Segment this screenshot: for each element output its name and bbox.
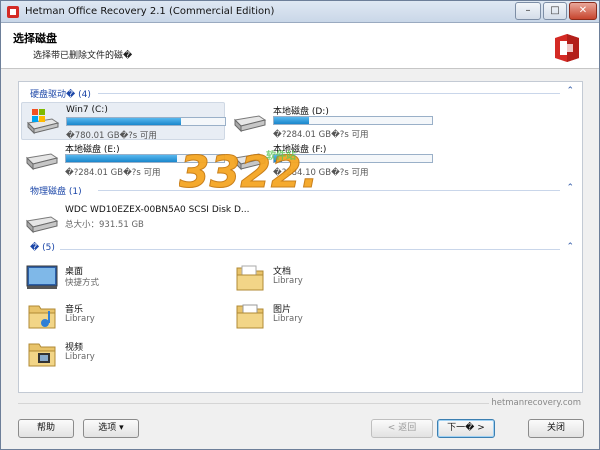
hard-drive-icon bbox=[233, 115, 267, 133]
wizard-header: 选择磁盘 选择带已删除文件的磁� bbox=[1, 23, 599, 69]
watermark-logo: 3322.cc bbox=[179, 147, 319, 199]
group-hard-drives[interactable]: 硬盘驱动� (4) ⌃ bbox=[28, 86, 574, 100]
group-divider bbox=[98, 190, 560, 191]
collapse-chevron-icon[interactable]: ⌃ bbox=[566, 242, 574, 252]
folder-type: Library bbox=[273, 276, 303, 286]
usage-fill bbox=[66, 155, 177, 162]
page-subtitle: 选择带已删除文件的磁� bbox=[33, 51, 133, 61]
usage-bar bbox=[273, 116, 433, 125]
disk-name: WDC WD10EZEX-00BN5A0 SCSI Disk D... bbox=[65, 205, 250, 215]
app-window: Hetman Office Recovery 2.1 (Commercial E… bbox=[0, 0, 600, 450]
physical-disk-item[interactable]: WDC WD10EZEX-00BN5A0 SCSI Disk D... 总大小：… bbox=[21, 203, 281, 241]
folder-type: Library bbox=[65, 352, 95, 362]
options-button[interactable]: 选项 ▾ bbox=[83, 419, 139, 438]
folder-type: 快捷方式 bbox=[65, 278, 100, 288]
drive-name: Win7 (C:) bbox=[66, 105, 108, 115]
folder-item-music[interactable]: 音乐 Library bbox=[21, 298, 221, 336]
free-space: �?284.01 GB�?s 可用 bbox=[65, 168, 161, 178]
usage-fill bbox=[274, 117, 309, 124]
pictures-folder-icon bbox=[236, 304, 264, 329]
folder-item-documents[interactable]: 文档 Library bbox=[229, 260, 429, 298]
folder-item-desktop[interactable]: 桌面 快捷方式 bbox=[21, 260, 221, 298]
group-label: � (5) bbox=[30, 243, 55, 253]
group-divider bbox=[60, 249, 560, 250]
close-window-button[interactable]: ✕ bbox=[569, 2, 597, 20]
videos-folder-icon bbox=[28, 343, 56, 367]
disk-size: 总大小：931.51 GB bbox=[65, 220, 144, 230]
drive-item-c[interactable]: Win7 (C:) �780.01 GB�?s 可用 bbox=[21, 102, 226, 141]
music-folder-icon bbox=[28, 305, 56, 329]
desktop-icon bbox=[26, 265, 58, 289]
usage-fill bbox=[67, 118, 181, 125]
watermark-text: 3322.cc bbox=[179, 147, 319, 198]
group-divider bbox=[98, 93, 560, 94]
watermark-subtext: 软件站 bbox=[266, 151, 296, 162]
windows-drive-icon bbox=[26, 109, 60, 135]
group-other[interactable]: � (5) ⌃ bbox=[28, 242, 574, 256]
hard-drive-icon bbox=[25, 153, 59, 171]
folder-type: Library bbox=[65, 314, 95, 324]
documents-folder-icon bbox=[236, 265, 264, 291]
disk-list-panel[interactable]: 硬盘驱动� (4) ⌃ Win7 (C:) �780.01 GB�?s 可用 本 bbox=[18, 81, 583, 393]
collapse-chevron-icon[interactable]: ⌃ bbox=[566, 86, 574, 96]
hetman-logo-icon bbox=[555, 34, 579, 62]
page-title: 选择磁盘 bbox=[13, 32, 57, 45]
group-label: 硬盘驱动� (4) bbox=[30, 90, 91, 100]
minimize-button[interactable]: – bbox=[515, 2, 541, 20]
title-bar[interactable]: Hetman Office Recovery 2.1 (Commercial E… bbox=[1, 1, 599, 23]
help-button[interactable]: 帮助 bbox=[18, 419, 74, 438]
window-title: Hetman Office Recovery 2.1 (Commercial E… bbox=[25, 6, 275, 17]
folder-type: Library bbox=[273, 314, 303, 324]
back-button[interactable]: < 返回 bbox=[371, 419, 433, 438]
hard-drive-icon bbox=[25, 216, 59, 234]
close-button[interactable]: 关闭 bbox=[528, 419, 584, 438]
group-label: 物理磁盘 (1) bbox=[30, 187, 82, 197]
drive-item-d[interactable]: 本地磁盘 (D:) �?284.01 GB�?s 可用 bbox=[229, 102, 433, 140]
usage-bar bbox=[66, 117, 226, 126]
folder-item-videos[interactable]: 视频 Library bbox=[21, 336, 221, 374]
website-label: hetmanrecovery.com bbox=[491, 398, 581, 408]
maximize-button[interactable]: □ bbox=[543, 2, 567, 20]
folder-item-pictures[interactable]: 图片 Library bbox=[229, 298, 429, 336]
next-button[interactable]: 下一� > bbox=[437, 419, 495, 438]
app-icon bbox=[7, 6, 19, 18]
collapse-chevron-icon[interactable]: ⌃ bbox=[566, 183, 574, 193]
footer-divider bbox=[18, 403, 489, 404]
